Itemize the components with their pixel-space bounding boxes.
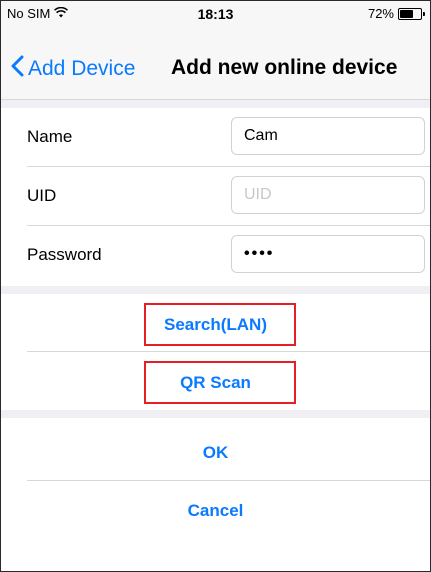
qr-scan-button[interactable]: QR Scan [1,373,430,393]
uid-label: UID [27,186,57,205]
divider [27,351,430,352]
search-lan-button[interactable]: Search(LAN) [1,315,430,335]
battery-icon [398,7,425,20]
chevron-left-icon [11,55,28,83]
scan-options: Search(LAN) QR Scan [1,294,430,410]
divider [27,480,430,481]
section-gap [1,410,430,418]
battery-status: 72% [367,6,425,21]
battery-tip [423,11,425,16]
device-form: Name UID Password •••• [1,108,430,286]
name-row: Name [1,108,430,166]
uid-field[interactable] [231,176,425,214]
confirm-actions: OK Cancel [1,418,430,571]
navigation-bar: Add Device Add new online device [1,25,430,100]
section-gap [1,286,430,294]
status-time: 18:13 [197,6,234,22]
back-button[interactable]: Add Device [11,55,135,83]
back-button-label: Add Device [28,57,136,80]
name-label: Name [27,127,73,146]
password-field[interactable]: •••• [231,235,425,273]
status-bar: No SIM 18:13 72% [1,1,430,25]
password-row: Password •••• [1,226,430,284]
name-field[interactable] [231,117,425,155]
section-gap [1,100,430,108]
ok-button[interactable]: OK [1,443,430,463]
battery-percent: 72% [367,6,394,21]
battery-fill [400,9,413,18]
cancel-button[interactable]: Cancel [1,501,430,521]
app-screen: No SIM 18:13 72% Add Device Add new onli… [0,0,431,572]
password-label: Password [27,245,102,264]
page-title: Add new online device [171,56,398,79]
uid-row: UID [1,167,430,225]
